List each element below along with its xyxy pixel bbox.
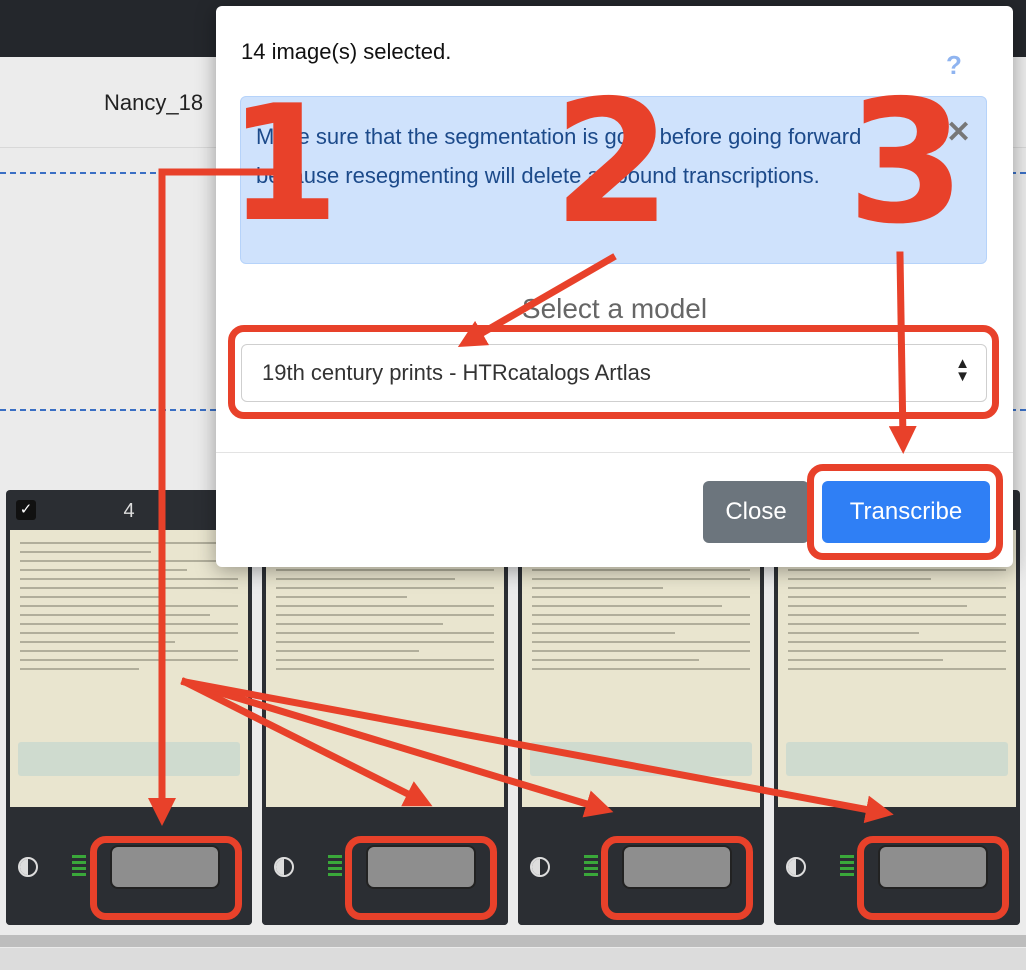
- step-number-1: 1: [228, 70, 340, 257]
- arrow-step1: [148, 168, 294, 826]
- step-number-3: 3: [847, 64, 966, 262]
- arrow-card-4: [180, 677, 894, 824]
- arrow-step2: [457, 253, 617, 348]
- step-number-2: 2: [553, 64, 672, 262]
- arrow-step3: [888, 251, 917, 454]
